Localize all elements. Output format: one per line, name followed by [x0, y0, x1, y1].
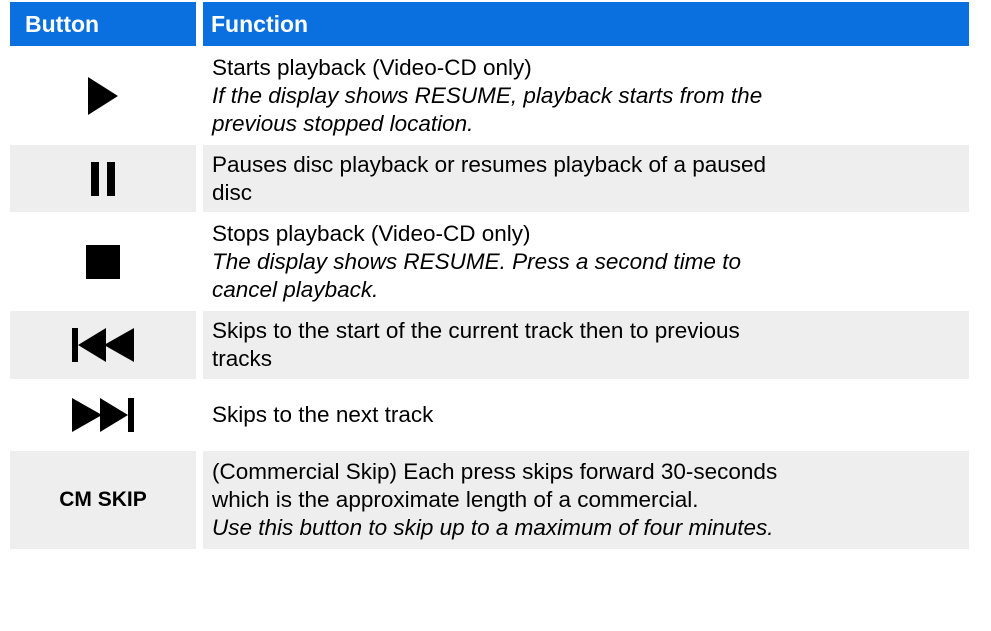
skip-next-icon: [72, 398, 134, 432]
function-cell: Stops playback (Video-CD only) The displ…: [203, 214, 969, 309]
table-row: Stops playback (Video-CD only) The displ…: [10, 214, 969, 311]
button-cell: [10, 48, 196, 143]
function-note: The display shows RESUME. Press a second…: [212, 248, 741, 274]
table-row: Skips to the start of the current track …: [10, 311, 969, 381]
table-header-row: Button Function: [10, 2, 969, 48]
function-text: Stops playback (Video-CD only): [212, 220, 531, 246]
function-text: Pauses disc playback or resumes playback…: [212, 151, 767, 177]
function-cell: Skips to the start of the current track …: [203, 311, 969, 379]
stop-icon: [86, 244, 120, 279]
table-row: Pauses disc playback or resumes playback…: [10, 145, 969, 214]
function-note: previous stopped location.: [212, 110, 474, 136]
function-cell: Pauses disc playback or resumes playback…: [203, 145, 969, 212]
button-cell: [10, 145, 196, 212]
table-row: Starts playback (Video-CD only) If the d…: [10, 48, 969, 145]
table-row: Skips to the next track: [10, 381, 969, 451]
function-cell: Starts playback (Video-CD only) If the d…: [203, 48, 969, 143]
function-text: tracks: [212, 346, 273, 371]
function-text: disc: [212, 179, 253, 205]
table-row: CM SKIP (Commercial Skip) Each press ski…: [10, 451, 969, 551]
remote-buttons-table: Button Function Starts playback (Video-C…: [10, 2, 969, 551]
play-icon: [88, 76, 118, 115]
header-button: Button: [10, 2, 196, 46]
button-cell: CM SKIP: [10, 451, 196, 549]
function-text: Skips to the start of the current track …: [212, 318, 740, 343]
header-function: Function: [203, 2, 969, 46]
cm-skip-label: CM SKIP: [59, 488, 147, 511]
function-cell: (Commercial Skip) Each press skips forwa…: [203, 451, 969, 549]
button-cell: [10, 311, 196, 379]
function-note: If the display shows RESUME, playback st…: [212, 82, 763, 108]
function-text: Starts playback (Video-CD only): [212, 54, 532, 80]
function-note: cancel playback.: [212, 276, 379, 302]
pause-icon: [91, 161, 115, 196]
button-cell: [10, 214, 196, 309]
button-cell: [10, 381, 196, 449]
function-text: (Commercial Skip) Each press skips forwa…: [212, 459, 778, 484]
function-text: Skips to the next track: [212, 402, 434, 427]
skip-previous-icon: [72, 328, 134, 362]
function-note: Use this button to skip up to a maximum …: [212, 515, 774, 540]
function-text: which is the approximate length of a com…: [212, 487, 699, 512]
function-cell: Skips to the next track: [203, 381, 969, 449]
